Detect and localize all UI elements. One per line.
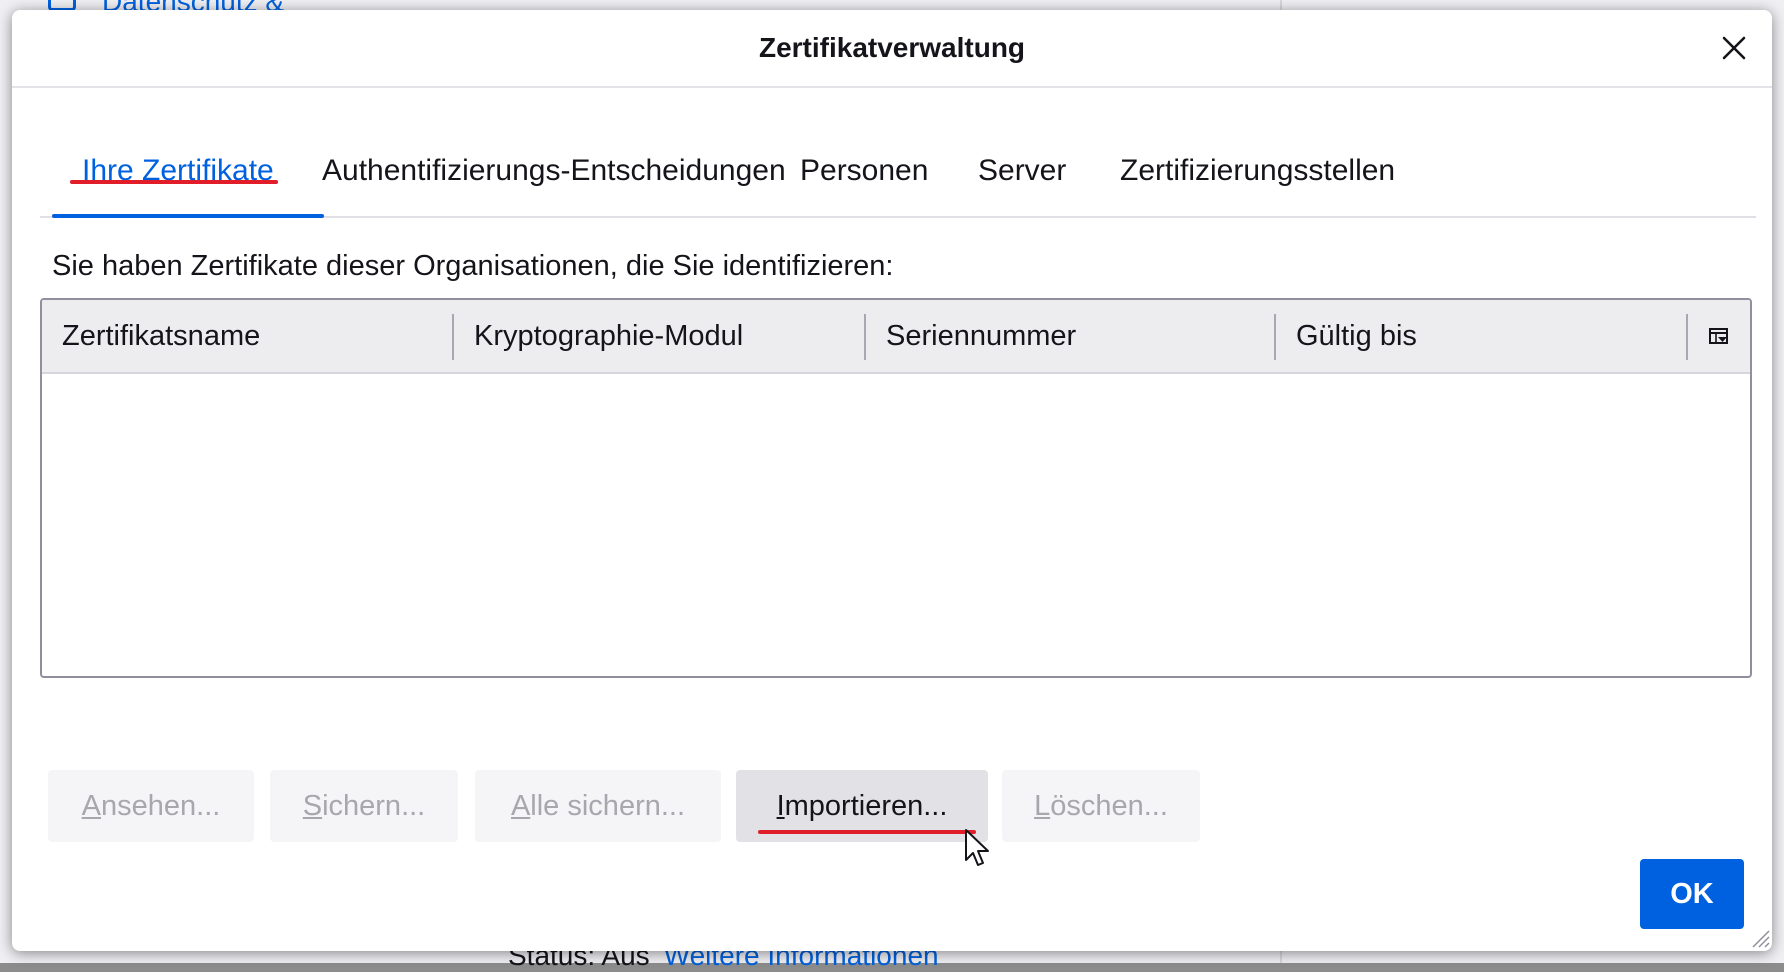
backup-button[interactable]: Sichern...	[270, 770, 458, 842]
table-header: Zertifikatsname Kryptographie-Modul Seri…	[42, 300, 1750, 374]
import-button-accel: I	[776, 790, 785, 822]
backup-all-button-label: lle sichern...	[530, 790, 686, 822]
column-header-serial-number[interactable]: Seriennummer	[886, 300, 1076, 372]
view-button-label: nsehen...	[101, 790, 221, 822]
view-button[interactable]: Ansehen...	[48, 770, 254, 842]
column-picker-icon	[1709, 328, 1728, 344]
tab-authentication-decisions[interactable]: Authentifizierungs-Entscheidungen	[322, 154, 786, 188]
column-picker-button[interactable]	[1708, 326, 1730, 348]
active-tab-indicator	[52, 214, 324, 218]
column-header-crypto-module[interactable]: Kryptographie-Modul	[474, 300, 743, 372]
mouse-cursor-icon	[965, 829, 989, 866]
resize-grip-icon[interactable]	[1750, 928, 1770, 948]
column-divider[interactable]	[1274, 314, 1276, 360]
ok-button[interactable]: OK	[1640, 859, 1744, 929]
dialog-title: Zertifikatverwaltung	[758, 32, 1026, 63]
tab-people[interactable]: Personen	[800, 154, 928, 188]
tab-servers[interactable]: Server	[978, 154, 1066, 188]
backup-button-accel: S	[302, 790, 323, 822]
column-divider[interactable]	[452, 314, 454, 360]
close-icon	[1722, 36, 1746, 60]
certificate-manager-dialog: Zertifikatverwaltung Ihre Zertifikate Au…	[12, 10, 1772, 951]
close-button[interactable]	[1716, 30, 1752, 66]
column-header-valid-until[interactable]: Gültig bis	[1296, 300, 1417, 372]
tab-authorities[interactable]: Zertifizierungsstellen	[1120, 154, 1395, 188]
column-header-certificate-name[interactable]: Zertifikatsname	[62, 300, 260, 372]
delete-button[interactable]: Löschen...	[1002, 770, 1200, 842]
tab-bar: Ihre Zertifikate Authentifizierungs-Ents…	[40, 130, 1756, 218]
table-body[interactable]	[42, 374, 1750, 676]
import-button-label: mportieren...	[784, 790, 948, 822]
column-divider[interactable]	[1686, 314, 1688, 360]
certificate-table: Zertifikatsname Kryptographie-Modul Seri…	[40, 298, 1752, 678]
backup-all-button-accel: A	[510, 790, 531, 822]
backup-all-button[interactable]: Alle sichern...	[475, 770, 721, 842]
column-divider[interactable]	[864, 314, 866, 360]
table-description: Sie haben Zertifikate dieser Organisatio…	[52, 250, 894, 282]
delete-button-label: öschen...	[1050, 790, 1168, 822]
highlight-marker-import	[758, 830, 976, 834]
backup-button-label: ichern...	[322, 790, 426, 822]
delete-button-accel: L	[1034, 790, 1051, 822]
view-button-accel: A	[81, 790, 101, 822]
dialog-titlebar: Zertifikatverwaltung	[12, 10, 1772, 88]
highlight-marker-tab	[70, 180, 278, 184]
